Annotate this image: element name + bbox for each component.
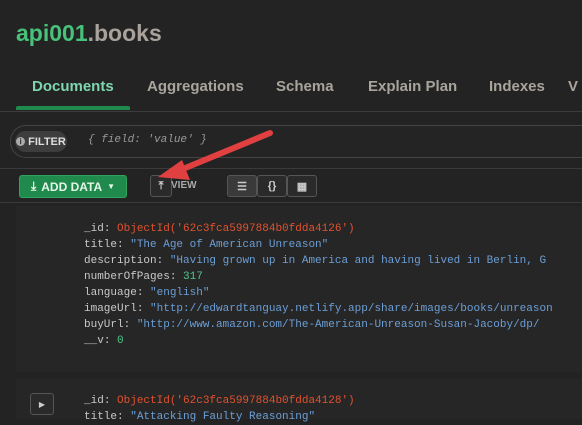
arrow-shaft [175, 130, 273, 174]
arrow-head [158, 160, 190, 180]
annotation-arrow [158, 130, 273, 180]
